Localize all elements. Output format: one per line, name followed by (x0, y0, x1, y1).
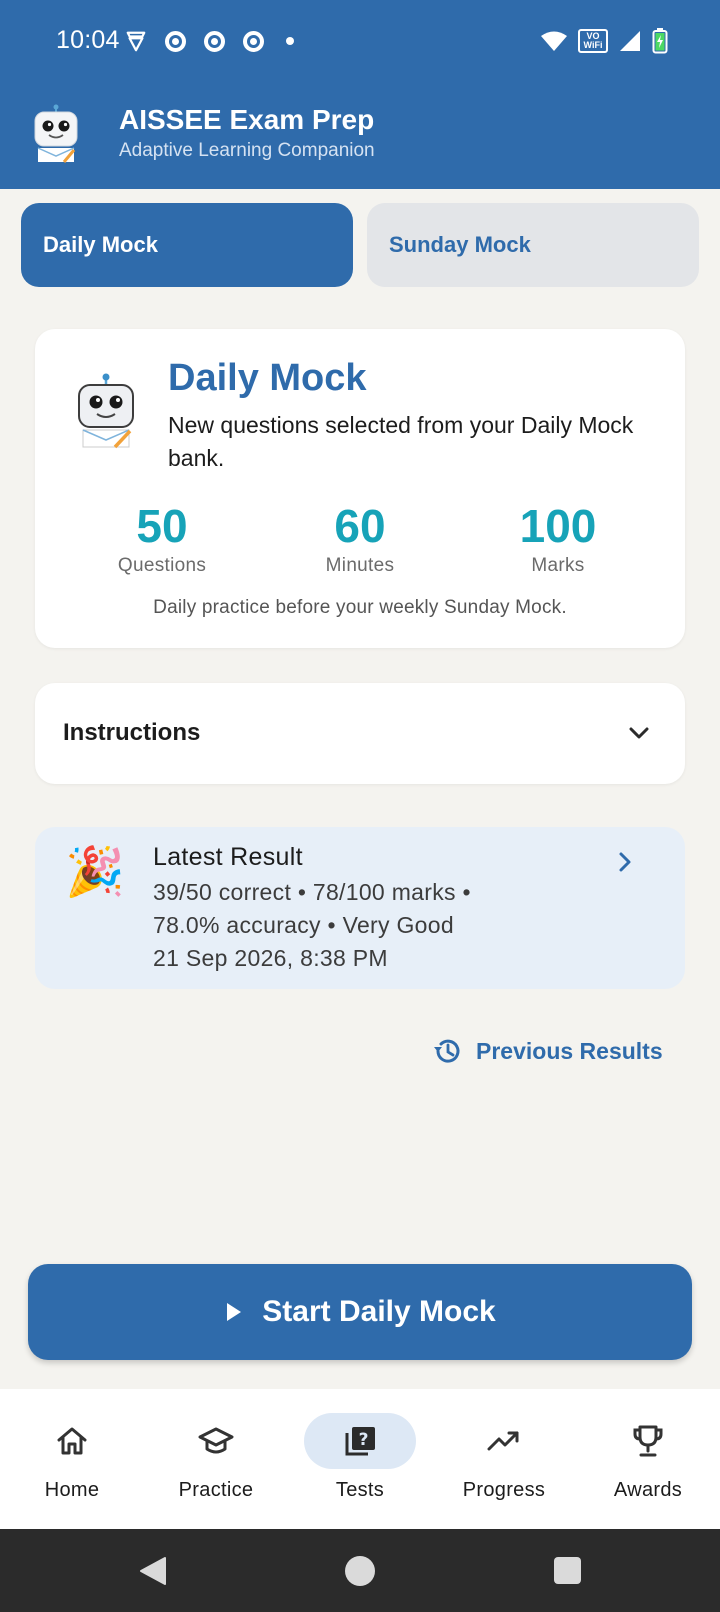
back-icon[interactable] (138, 1556, 168, 1586)
trending-up-icon (487, 1431, 519, 1451)
stat-label: Marks (531, 555, 585, 576)
chrome-icon (243, 30, 264, 52)
status-time: 10:04 (56, 26, 120, 54)
nav-label: Home (44, 1479, 100, 1501)
previous-results-link[interactable]: Previous Results (432, 1036, 663, 1066)
instructions-expander[interactable]: Instructions (35, 683, 685, 784)
recent-apps-icon[interactable] (554, 1557, 581, 1584)
nav-item-tests[interactable]: ? Tests (288, 1389, 432, 1529)
robot-mascot-icon (78, 373, 134, 449)
latest-result-accuracy: 78.0% accuracy • Very Good (153, 912, 454, 938)
nav-item-progress[interactable]: Progress (432, 1389, 576, 1529)
latest-result-date: 21 Sep 2026, 8:38 PM (153, 945, 388, 971)
app-subtitle: Adaptive Learning Companion (119, 140, 375, 161)
instructions-label: Instructions (63, 719, 201, 746)
wifi-icon (541, 31, 567, 51)
latest-result-title: Latest Result (153, 843, 303, 871)
chrome-icon (165, 30, 186, 52)
nav-label: Practice (178, 1479, 254, 1501)
app-title: AISSEE Exam Prep (119, 104, 375, 135)
stat-value: 60 (334, 500, 386, 552)
status-bar: 10:04 VO WiFi (0, 0, 720, 84)
mock-summary-card: Daily Mock New questions selected from y… (35, 329, 685, 648)
start-button-label: Start Daily Mock (262, 1295, 496, 1328)
bottom-navigation: Home Practice ? Tests Progress Awards (0, 1389, 720, 1529)
stat-value: 50 (136, 500, 188, 552)
tab-daily-mock[interactable]: Daily Mock (21, 203, 353, 287)
party-popper-icon: 🎉 (65, 846, 125, 899)
start-daily-mock-button[interactable]: Start Daily Mock (28, 1264, 692, 1360)
cell-signal-icon (620, 31, 640, 51)
nav-label: Progress (462, 1479, 546, 1501)
chevron-right-icon (619, 852, 631, 872)
stat-marks: 100 Marks (458, 499, 658, 577)
notification-dot-icon (286, 37, 294, 45)
tab-daily-mock-label: Daily Mock (43, 232, 158, 257)
mock-title: Daily Mock (168, 357, 367, 399)
nav-item-practice[interactable]: Practice (144, 1389, 288, 1529)
home-icon (57, 1427, 87, 1455)
home-button-icon[interactable] (345, 1556, 375, 1586)
mock-description: New questions selected from your Daily M… (168, 412, 634, 471)
robot-logo-icon (34, 104, 78, 163)
status-right-icons: VO WiFi (540, 28, 668, 54)
graduation-cap-icon (198, 1427, 234, 1454)
stat-label: Minutes (325, 555, 395, 576)
trophy-icon (633, 1425, 663, 1457)
vowifi-icon: VO WiFi (578, 29, 608, 53)
status-left-icons (125, 30, 294, 52)
system-navigation-bar (0, 1529, 720, 1612)
nav-item-home[interactable]: Home (0, 1389, 144, 1529)
history-icon (434, 1039, 460, 1063)
stat-minutes: 60 Minutes (260, 499, 460, 577)
nav-label: Awards (613, 1479, 683, 1501)
vpn-shield-icon (126, 31, 146, 52)
play-icon (227, 1303, 242, 1321)
stat-label: Questions (117, 555, 207, 576)
tab-sunday-mock-label: Sunday Mock (389, 232, 531, 257)
stat-questions: 50 Questions (62, 499, 262, 577)
battery-charging-icon (652, 28, 668, 54)
latest-result-score: 39/50 correct • 78/100 marks • (153, 879, 471, 905)
app-bar: 10:04 VO WiFi AISSEE Exam Prep Adaptive … (0, 0, 720, 189)
stat-value: 100 (519, 500, 597, 552)
latest-result-card[interactable]: 🎉 Latest Result 39/50 correct • 78/100 m… (35, 827, 685, 989)
previous-results-label: Previous Results (476, 1037, 663, 1064)
chrome-icon (204, 30, 225, 52)
nav-item-awards[interactable]: Awards (576, 1389, 720, 1529)
quiz-icon: ? (345, 1427, 375, 1456)
mock-footnote: Daily practice before your weekly Sunday… (153, 597, 567, 618)
vowifi-bottom: WiFi (583, 40, 603, 50)
svg-text:?: ? (359, 1430, 369, 1450)
nav-label: Tests (335, 1479, 385, 1501)
chevron-down-icon (629, 727, 649, 739)
tab-sunday-mock[interactable]: Sunday Mock (367, 203, 699, 287)
